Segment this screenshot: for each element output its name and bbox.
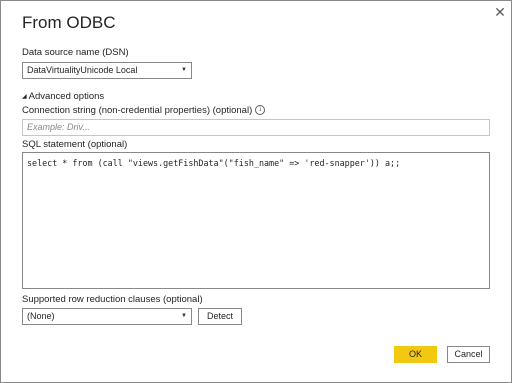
chevron-down-icon: ▼ <box>181 313 187 319</box>
chevron-down-icon: ▼ <box>181 67 187 73</box>
detect-button[interactable]: Detect <box>198 308 242 325</box>
cancel-button[interactable]: Cancel <box>447 346 490 363</box>
connection-string-label-wrap: Connection string (non-credential proper… <box>22 105 266 116</box>
from-odbc-dialog: From ODBC ✕ Data source name (DSN) DataV… <box>0 0 512 383</box>
close-icon[interactable]: ✕ <box>492 4 508 20</box>
dsn-label: Data source name (DSN) <box>22 47 129 58</box>
row-reduction-select-value: (None) <box>27 311 55 321</box>
sql-statement-textarea[interactable]: select * from (call "views.getFishData"(… <box>22 152 490 289</box>
info-icon[interactable]: i <box>255 105 266 116</box>
dsn-select-value: DataVirtualityUnicode Local <box>27 65 138 75</box>
dsn-select[interactable]: DataVirtualityUnicode Local ▼ <box>22 62 192 79</box>
connection-string-input[interactable]: Example: Driv... <box>22 119 490 136</box>
ok-button[interactable]: OK <box>394 346 437 363</box>
advanced-options-label: Advanced options <box>28 91 105 102</box>
dialog-title: From ODBC <box>22 13 116 32</box>
row-reduction-label: Supported row reduction clauses (optiona… <box>22 294 203 305</box>
advanced-options-toggle[interactable]: ◢ Advanced options <box>22 91 104 102</box>
row-reduction-select[interactable]: (None) ▼ <box>22 308 192 325</box>
sql-statement-label: SQL statement (optional) <box>22 139 128 150</box>
connection-string-label: Connection string (non-credential proper… <box>22 105 253 116</box>
triangle-down-icon: ◢ <box>22 93 27 100</box>
